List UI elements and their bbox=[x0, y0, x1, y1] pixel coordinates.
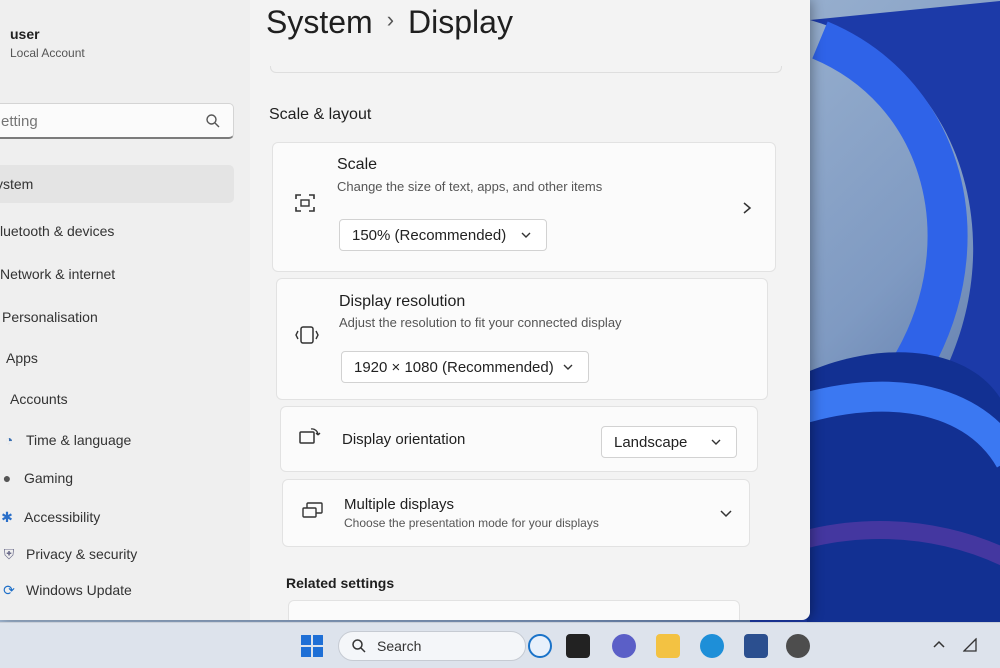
taskbar-search-label: Search bbox=[377, 638, 422, 654]
sidebar-item-gaming[interactable]: ● Gaming bbox=[0, 459, 73, 497]
windows-update-icon: ⟳ bbox=[3, 581, 15, 598]
network-status-icon[interactable] bbox=[962, 637, 978, 653]
chevron-right-icon[interactable] bbox=[741, 201, 753, 215]
chevron-down-icon bbox=[711, 439, 721, 445]
resolution-title: Display resolution bbox=[339, 293, 466, 310]
scale-title: Scale bbox=[337, 156, 378, 173]
sidebar-item-label: Windows Update bbox=[26, 582, 132, 598]
orientation-card: Display orientation Landscape bbox=[280, 406, 758, 472]
resolution-dropdown-value: 1920 × 1080 (Recommended) bbox=[354, 358, 554, 376]
account-type: Local Account bbox=[10, 46, 85, 60]
file-explorer-icon[interactable] bbox=[656, 634, 680, 658]
time-language-icon: ◔ bbox=[4, 432, 14, 448]
sidebar-item-label: Network & internet bbox=[0, 266, 116, 282]
sidebar-item-label: Gaming bbox=[24, 470, 74, 486]
multiple-displays-title: Multiple displays bbox=[344, 496, 455, 513]
sidebar-item-system[interactable]: ystem bbox=[0, 165, 234, 203]
search-icon bbox=[352, 639, 366, 653]
resolution-description: Adjust the resolution to fit your connec… bbox=[339, 315, 622, 330]
settings-search-box[interactable] bbox=[0, 103, 234, 139]
sidebar-item-label: luetooth & devices bbox=[0, 223, 115, 239]
edge-browser-icon[interactable] bbox=[700, 634, 724, 658]
scale-dropdown[interactable]: 150% (Recommended) bbox=[339, 219, 547, 251]
sidebar-item-label: Time & language bbox=[26, 432, 132, 448]
sidebar-item-accounts[interactable]: Accounts bbox=[10, 380, 68, 418]
section-title-scale-layout: Scale & layout bbox=[269, 106, 372, 123]
bing-icon[interactable] bbox=[528, 634, 552, 658]
settings-gear-icon[interactable] bbox=[786, 634, 810, 658]
main-content: System › Display Scale & layout Scale Chan… bbox=[250, 0, 810, 620]
resolution-icon bbox=[295, 326, 319, 344]
scale-description: Change the size of text, apps, and other… bbox=[337, 179, 603, 194]
search-input[interactable] bbox=[0, 112, 193, 131]
multiple-displays-icon bbox=[302, 502, 323, 518]
related-settings-card[interactable] bbox=[288, 600, 740, 620]
account-info[interactable]: user Local Account bbox=[10, 26, 85, 60]
accessibility-icon: ✱ bbox=[1, 508, 13, 525]
orientation-dropdown[interactable]: Landscape bbox=[601, 426, 737, 458]
multiple-displays-card[interactable]: Multiple displays Choose the presentatio… bbox=[282, 479, 750, 547]
chevron-down-icon bbox=[521, 232, 531, 238]
taskbar: Search bbox=[0, 622, 1000, 668]
page-title: Display bbox=[408, 4, 513, 40]
sidebar-item-accessibility[interactable]: ✱ Accessibility bbox=[0, 498, 100, 536]
sidebar-item-label: Privacy & security bbox=[26, 546, 138, 562]
breadcrumb-separator: › bbox=[386, 7, 395, 32]
taskbar-search[interactable]: Search bbox=[338, 631, 526, 661]
gaming-icon: ● bbox=[2, 470, 12, 486]
store-icon[interactable] bbox=[744, 634, 768, 658]
section-title-related-settings: Related settings bbox=[286, 575, 395, 591]
sidebar-item-time-language[interactable]: ◔ Time & language bbox=[0, 421, 132, 459]
search-icon[interactable] bbox=[205, 113, 221, 129]
sidebar-item-apps[interactable]: Apps bbox=[6, 339, 38, 377]
scale-card[interactable]: Scale Change the size of text, apps, and… bbox=[272, 142, 776, 272]
task-view-icon[interactable] bbox=[566, 634, 590, 658]
chevron-down-icon[interactable] bbox=[719, 508, 733, 520]
sidebar-item-label: Accessibility bbox=[24, 509, 101, 525]
brightness-card-bottom-edge bbox=[270, 66, 782, 73]
chevron-up-icon[interactable] bbox=[932, 638, 946, 652]
orientation-title: Display orientation bbox=[342, 431, 466, 448]
teams-chat-icon[interactable] bbox=[612, 634, 636, 658]
windows-start-icon[interactable] bbox=[300, 634, 324, 658]
settings-window: user Local Account ystem luetooth & devi… bbox=[0, 0, 810, 620]
sidebar-item-windows-update[interactable]: ⟳ Windows Update bbox=[0, 571, 132, 609]
sidebar-item-label: ystem bbox=[0, 176, 34, 192]
breadcrumb-parent[interactable]: System bbox=[266, 4, 373, 40]
breadcrumb: System › Display bbox=[266, 4, 513, 41]
account-name: user bbox=[10, 26, 40, 42]
sidebar-item-label: Personalisation bbox=[2, 309, 98, 325]
sidebar-item-bluetooth[interactable]: luetooth & devices bbox=[0, 212, 114, 250]
sidebar-item-privacy[interactable]: ⛨ Privacy & security bbox=[0, 535, 138, 573]
scale-dropdown-value: 150% (Recommended) bbox=[352, 226, 507, 244]
resolution-dropdown[interactable]: 1920 × 1080 (Recommended) bbox=[341, 351, 589, 383]
orientation-dropdown-value: Landscape bbox=[614, 433, 688, 451]
sidebar-item-label: Apps bbox=[6, 350, 38, 366]
sidebar: user Local Account ystem luetooth & devi… bbox=[0, 0, 250, 620]
orientation-icon bbox=[299, 428, 321, 444]
chevron-down-icon bbox=[563, 364, 573, 370]
sidebar-item-label: Accounts bbox=[10, 391, 68, 407]
privacy-shield-icon: ⛨ bbox=[3, 545, 15, 562]
resolution-card: Display resolution Adjust the resolution… bbox=[276, 278, 768, 400]
sidebar-item-personalisation[interactable]: Personalisation bbox=[2, 298, 98, 336]
multiple-displays-description: Choose the presentation mode for your di… bbox=[344, 516, 599, 530]
sidebar-item-network[interactable]: Network & internet bbox=[0, 255, 115, 293]
scale-icon bbox=[295, 194, 315, 212]
